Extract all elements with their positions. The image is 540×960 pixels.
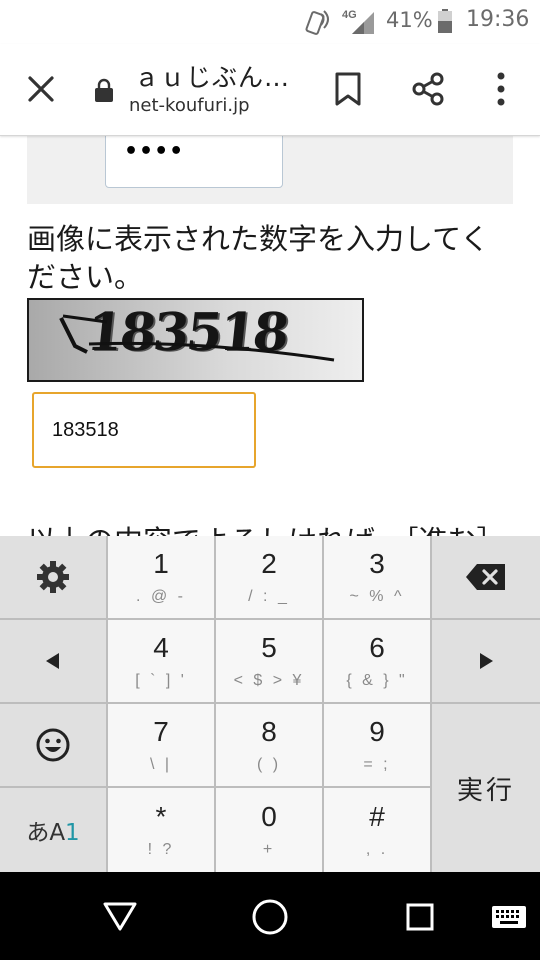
- lock-icon: [95, 78, 113, 102]
- input-mode-key[interactable]: あA1: [0, 788, 106, 872]
- key-0[interactable]: 0 +: [216, 788, 322, 872]
- key-main-label: 8: [261, 716, 277, 747]
- key-sub-label: ( ): [256, 756, 282, 773]
- key-main-label: 9: [369, 716, 385, 747]
- captcha-image: 183518: [27, 298, 364, 382]
- soft-keyboard: あA1 1 . @ - 2 / : _ 3 ~ % ^ 4 [ ` ] ' 5 …: [0, 536, 540, 872]
- signal-icon: 4G: [342, 9, 374, 34]
- key-main-label: 2: [261, 548, 277, 579]
- bookmark-icon[interactable]: [333, 72, 363, 106]
- key-1[interactable]: 1 . @ -: [108, 536, 214, 618]
- recent-apps-icon[interactable]: [406, 903, 434, 931]
- key-5[interactable]: 5 < $ > ¥: [216, 620, 322, 702]
- key-main-label: *: [155, 801, 167, 832]
- emoji-icon: [36, 728, 70, 762]
- status-bar: 4G 41% 19:36: [0, 0, 540, 44]
- key-7[interactable]: 7 \ |: [108, 704, 214, 786]
- back-icon[interactable]: [102, 900, 138, 932]
- close-icon[interactable]: [22, 70, 60, 108]
- key-sub-label: ! ?: [147, 841, 175, 858]
- gear-icon: [37, 561, 69, 593]
- key-main-label: 5: [261, 632, 277, 663]
- home-icon[interactable]: [251, 898, 289, 936]
- left-arrow-icon: [46, 653, 59, 669]
- network-type-label: 4G: [342, 9, 357, 21]
- key-main-label: #: [369, 801, 385, 832]
- key-4[interactable]: 4 [ ` ] ': [108, 620, 214, 702]
- key-sub-label: [ ` ] ': [135, 672, 187, 689]
- keyboard-switch-icon[interactable]: [492, 906, 526, 928]
- key-9[interactable]: 9 = ;: [324, 704, 430, 786]
- captcha-instruction: 画像に表示された数字を入力してください。: [27, 222, 490, 294]
- key-sub-label: \ |: [149, 756, 173, 773]
- key-asterisk[interactable]: * ! ?: [108, 788, 214, 872]
- key-main-label: 7: [153, 716, 169, 747]
- input-mode-number: 1: [65, 820, 80, 846]
- key-sub-label: < $ > ¥: [233, 672, 305, 689]
- battery-icon: [438, 9, 452, 33]
- password-field[interactable]: ••••: [105, 136, 283, 188]
- key-hash[interactable]: # , .: [324, 788, 430, 872]
- page-url: net-koufuri.jp: [129, 95, 250, 116]
- key-2[interactable]: 2 / : _: [216, 536, 322, 618]
- share-icon[interactable]: [410, 71, 446, 107]
- key-sub-label: +: [262, 841, 276, 858]
- key-sub-label: = ;: [363, 756, 391, 773]
- emoji-key[interactable]: [0, 704, 106, 786]
- key-main-label: 0: [261, 801, 277, 832]
- browser-toolbar: ａｕじぶん… net-koufuri.jp: [0, 44, 540, 136]
- cursor-left-key[interactable]: [0, 620, 106, 702]
- captcha-answer-input[interactable]: [32, 392, 256, 468]
- enter-key[interactable]: 実行: [432, 704, 540, 872]
- key-sub-label: , .: [365, 841, 389, 858]
- more-options-icon[interactable]: [488, 71, 514, 107]
- key-sub-label: / : _: [248, 588, 290, 605]
- key-main-label: 6: [369, 632, 385, 663]
- confirmation-text: 以上の内容でよろしければ、［進む］: [27, 518, 506, 536]
- backspace-icon: [466, 564, 505, 590]
- key-main-label: 4: [153, 632, 169, 663]
- clock: 19:36: [466, 7, 530, 32]
- key-main-label: 3: [369, 548, 385, 579]
- keyboard-settings-key[interactable]: [0, 536, 106, 618]
- nfc-icon: [305, 10, 329, 35]
- login-panel: ••••: [27, 136, 513, 204]
- key-sub-label: ~ % ^: [349, 588, 405, 605]
- enter-key-label: 実行: [456, 775, 515, 806]
- page-title: ａｕじぶん…: [134, 63, 291, 92]
- key-8[interactable]: 8 ( ): [216, 704, 322, 786]
- cursor-right-key[interactable]: [432, 620, 540, 702]
- key-sub-label: . @ -: [136, 588, 186, 605]
- backspace-key[interactable]: [432, 536, 540, 618]
- key-main-label: 1: [153, 548, 169, 579]
- navigation-bar: [0, 872, 540, 960]
- battery-percentage: 41%: [386, 8, 433, 32]
- key-3[interactable]: 3 ~ % ^: [324, 536, 430, 618]
- key-sub-label: { & } ": [346, 672, 408, 689]
- right-arrow-icon: [480, 653, 493, 669]
- input-mode-label: あA: [26, 820, 66, 846]
- web-page: •••• 画像に表示された数字を入力してください。 183518 以上の内容でよ…: [0, 136, 540, 536]
- key-6[interactable]: 6 { & } ": [324, 620, 430, 702]
- captcha-noise-lines: [59, 314, 335, 362]
